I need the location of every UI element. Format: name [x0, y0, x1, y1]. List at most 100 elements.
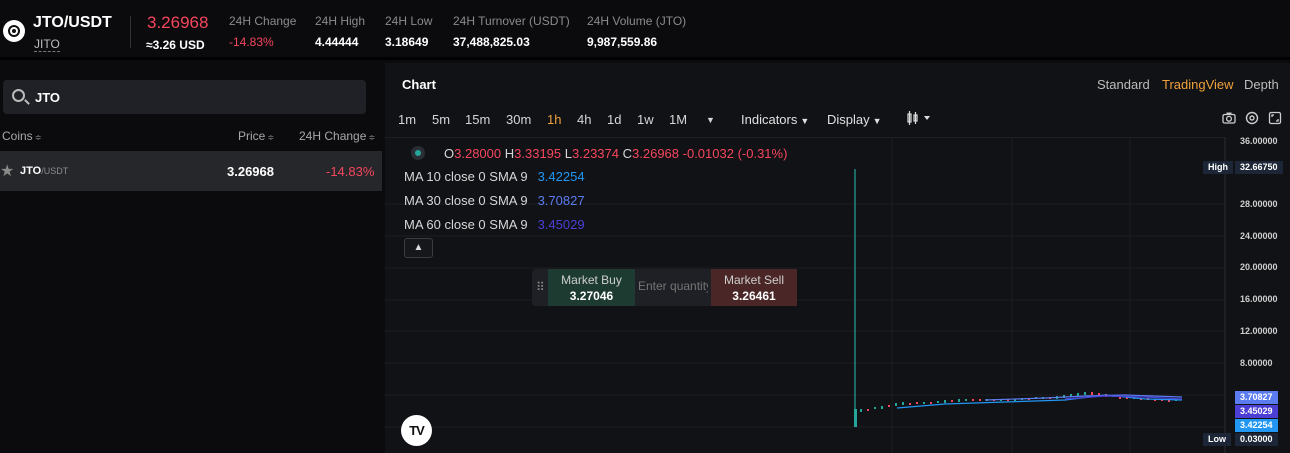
ma-legend-row: MA 30 close 0 SMA 9 3.70827: [404, 193, 585, 208]
display-button[interactable]: Display ▼: [827, 112, 882, 127]
ma60-tag: 3.45029: [1235, 405, 1278, 418]
column-label: 24H Change: [299, 129, 367, 143]
timeframe-1h[interactable]: 1h: [547, 112, 561, 127]
candle-type-icon[interactable]: [906, 111, 934, 125]
timeframe-5m[interactable]: 5m: [432, 112, 450, 127]
sell-label: Market Sell: [723, 273, 785, 287]
ma-value: 3.45029: [537, 217, 585, 232]
stat-24h-volume: 24H Volume (JTO) 9,987,559.86: [587, 14, 686, 49]
quote-text: /USDT: [41, 166, 69, 176]
stat-label: 24H Change: [229, 14, 297, 28]
last-price: 3.26968: [147, 13, 209, 32]
search-box[interactable]: [3, 80, 366, 114]
close-label: C: [622, 146, 633, 161]
eye-icon[interactable]: [411, 146, 425, 160]
price-axis-label: 8.00000: [1240, 358, 1273, 368]
low-tag-value: 0.03000: [1235, 433, 1278, 446]
indicators-button[interactable]: Indicators ▼: [741, 112, 809, 127]
stat-value: 9,987,559.86: [587, 35, 658, 49]
base-asset-name[interactable]: JITO: [34, 38, 60, 52]
stat-value: 3.18649: [385, 35, 429, 49]
gear-icon[interactable]: [1245, 111, 1259, 125]
tradingview-logo-icon[interactable]: TV: [401, 415, 432, 446]
market-list-panel: Coins≑ Price≑ 24H Change≑ ★ JTO/USDT 3.2…: [0, 63, 382, 453]
market-buy-button[interactable]: Market Buy 3.27046: [548, 269, 635, 306]
ma-label: MA 30 close 0 SMA 9: [404, 193, 528, 208]
stat-24h-low: 24H Low 3.18649: [385, 14, 432, 49]
low-label: L: [564, 146, 572, 161]
sort-icon: ≑: [34, 133, 42, 142]
tab-standard[interactable]: Standard: [1097, 77, 1150, 92]
open-label: O: [444, 146, 455, 161]
tab-tradingview[interactable]: TradingView: [1162, 77, 1234, 92]
stat-24h-turnover: 24H Turnover (USDT) 37,488,825.03: [453, 14, 570, 49]
indicators-label: Indicators: [741, 112, 798, 127]
stat-value: -14.83%: [229, 35, 274, 49]
price-axis-label: 28.00000: [1240, 199, 1278, 209]
ma-value: 3.70827: [537, 193, 585, 208]
price-axis-label: 36.00000: [1240, 136, 1278, 146]
timeframe-30m[interactable]: 30m: [506, 112, 531, 127]
stat-value: 37,488,825.03: [453, 35, 530, 49]
price-chart[interactable]: [385, 137, 1290, 453]
stat-label: 24H Low: [385, 14, 433, 28]
quick-trade-widget: ⠿ Market Buy 3.27046 Market Sell 3.26461: [532, 269, 797, 306]
timeframe-1M[interactable]: 1M: [669, 112, 687, 127]
timeframe-4h[interactable]: 4h: [577, 112, 591, 127]
timeframe-1d[interactable]: 1d: [607, 112, 621, 127]
tab-depth[interactable]: Depth: [1244, 77, 1279, 92]
column-header-coins[interactable]: Coins ≑: [2, 129, 41, 143]
candle: [854, 409, 857, 427]
stat-label: 24H High: [315, 14, 366, 28]
ma-label: MA 60 close 0 SMA 9: [404, 217, 528, 232]
search-icon: [12, 89, 25, 102]
high-tag-value: 32.66750: [1235, 161, 1283, 174]
price-axis-label: 24.00000: [1240, 231, 1278, 241]
buy-label: Market Buy: [561, 273, 622, 287]
ma30-tag: 3.70827: [1235, 391, 1278, 404]
pair-title[interactable]: JTO/USDT: [33, 14, 112, 32]
star-icon[interactable]: ★: [0, 161, 14, 181]
fullscreen-icon[interactable]: [1268, 111, 1282, 125]
stat-label: 24H Turnover (USDT): [453, 14, 570, 28]
drag-handle-icon[interactable]: ⠿: [536, 280, 545, 294]
list-item[interactable]: ★ JTO/USDT 3.26968 -14.83%: [0, 151, 382, 191]
chevron-down-icon: ▼: [872, 116, 882, 126]
open-value: 3.28000: [454, 146, 502, 161]
buy-price: 3.27046: [569, 289, 614, 303]
display-label: Display: [827, 112, 870, 127]
ma-value: 3.42254: [537, 169, 585, 184]
timeframe-15m[interactable]: 15m: [465, 112, 490, 127]
timeframe-1w[interactable]: 1w: [637, 112, 654, 127]
ma-label: MA 10 close 0 SMA 9: [404, 169, 528, 184]
row-price: 3.26968: [227, 164, 274, 179]
high-value: 3.33195: [514, 146, 562, 161]
stat-24h-change: 24H Change -14.83%: [229, 14, 296, 49]
timeframe-more-chevron-icon[interactable]: ▼: [706, 115, 715, 125]
low-tag-label: Low: [1203, 433, 1231, 446]
column-header-change[interactable]: 24H Change ≑: [299, 129, 375, 143]
stat-24h-high: 24H High 4.44444: [315, 14, 365, 49]
high-label: H: [504, 146, 515, 161]
ohlc-legend: O3.28000 H3.33195 L3.23374 C3.26968 -0.0…: [444, 146, 787, 161]
column-label: Price: [238, 129, 266, 143]
camera-icon[interactable]: [1222, 111, 1236, 125]
change-value: -0.01032 (-0.31%): [682, 146, 788, 161]
coin-logo-icon: [3, 20, 25, 42]
timeframe-1m[interactable]: 1m: [398, 112, 416, 127]
market-sell-button[interactable]: Market Sell 3.26461: [711, 269, 797, 306]
search-input[interactable]: [35, 88, 355, 106]
symbol-text: JTO: [20, 165, 42, 177]
stat-label: 24H Volume (JTO): [587, 14, 687, 28]
divider: [130, 16, 131, 48]
sort-icon: ≑: [267, 133, 275, 142]
chart-title: Chart: [402, 77, 436, 92]
sell-price: 3.26461: [732, 289, 776, 303]
price-axis-label: 16.00000: [1240, 294, 1278, 304]
chevron-up-icon: ▲: [413, 242, 424, 253]
quantity-input[interactable]: [638, 279, 708, 293]
collapse-legend-button[interactable]: ▲: [404, 238, 433, 258]
usd-price: ≈3.26 USD: [146, 38, 205, 52]
column-header-price[interactable]: Price ≑: [238, 129, 274, 143]
ticker-bar: JTO/USDT JITO 3.26968 ≈3.26 USD 24H Chan…: [0, 0, 1290, 60]
